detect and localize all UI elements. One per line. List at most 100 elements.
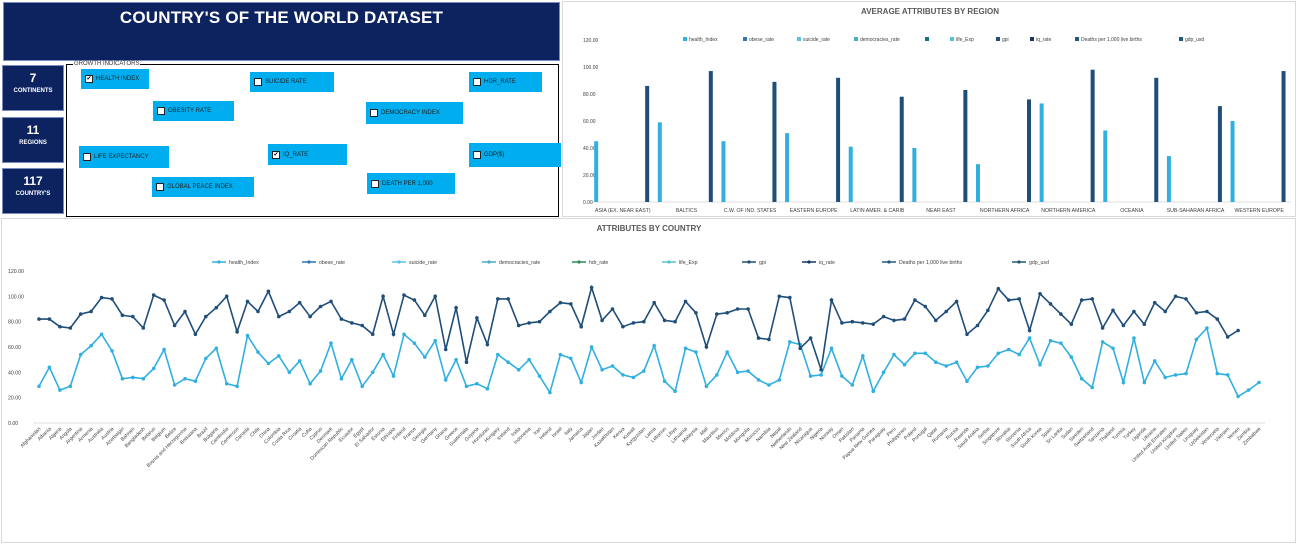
line-point-health-index (433, 338, 438, 343)
line-point-health-index (537, 374, 542, 378)
kpi-countries: 117 COUNTRY'S (2, 168, 64, 214)
line-point-health-index (110, 349, 114, 353)
line-point-health-index (694, 350, 698, 354)
line-point-iq-rate (569, 302, 573, 306)
checkbox-obesity-rate[interactable]: OBESITY RATE (153, 101, 234, 121)
line-point-health-index (402, 332, 406, 337)
bar-health-index (1039, 103, 1044, 202)
line-legend-label: Deaths per 1,000 live births (899, 260, 963, 266)
bar-health-index (721, 141, 726, 202)
line-point-iq-rate (610, 307, 615, 311)
line-point-iq-rate (934, 318, 938, 323)
bar-x-tick: NEAR EAST (926, 208, 956, 214)
bar-x-tick: NORTHERN AFRICA (980, 208, 1030, 214)
bar-legend-swatch (1179, 37, 1183, 41)
bar-legend-label: Deaths per 1,000 live births (1081, 37, 1142, 43)
checkbox-global-peace-index-label: GLOBAL PEACE INDEX (167, 184, 233, 190)
line-point-health-index (89, 343, 93, 348)
line-point-iq-rate (954, 299, 959, 304)
line-point-iq-rate (850, 319, 855, 324)
line-legend-marker (217, 260, 221, 264)
line-point-health-index (704, 384, 709, 389)
line-point-iq-rate (788, 295, 792, 300)
line-point-iq-rate (224, 294, 229, 299)
line-point-health-index (516, 368, 521, 372)
line-point-iq-rate (423, 313, 427, 318)
line-point-iq-rate (214, 305, 219, 310)
checkbox-suicide-rate[interactable]: SUICIDE RATE (250, 72, 334, 92)
line-point-health-index (1215, 371, 1220, 376)
checkbox-democracy-index[interactable]: DEMOCRACY INDEX (366, 102, 463, 124)
bar-health-index (657, 122, 662, 202)
checkbox-health-index[interactable]: ✔ HEALTH INDEX (81, 69, 149, 89)
checkbox-suicide-rate-label: SUICIDE RATE (265, 79, 307, 85)
line-point-health-index (558, 352, 563, 357)
bar-health-index (1166, 156, 1171, 202)
checkbox-global-peace-index-box[interactable] (156, 183, 164, 191)
line-point-iq-rate (652, 300, 656, 305)
checkbox-democracy-index-box[interactable] (370, 109, 378, 117)
checkbox-hdr-rate[interactable]: HDR_RATE (469, 72, 542, 92)
kpi-regions-label: REGIONS (19, 140, 47, 146)
checkbox-death-per-1000-box[interactable] (371, 179, 379, 188)
checkbox-suicide-rate-box[interactable] (254, 78, 262, 86)
line-point-health-index (496, 352, 500, 357)
line-point-iq-rate (881, 314, 886, 319)
line-point-iq-rate (600, 318, 604, 323)
checkbox-gdp-box[interactable] (473, 151, 481, 159)
line-point-iq-rate (1215, 317, 1220, 321)
checkbox-life-expectancy[interactable]: LIFE EXPECTANCY (79, 146, 169, 168)
checkbox-gdp[interactable]: GDP($) (469, 143, 561, 167)
line-point-health-index (861, 354, 865, 358)
checkbox-death-per-1000[interactable]: DEATH PER 1,000 (367, 173, 455, 194)
line-point-health-index (47, 365, 52, 370)
checkbox-death-per-1000-label: DEATH PER 1,000 (382, 180, 433, 187)
line-point-health-index (1236, 394, 1240, 399)
line-point-health-index (1142, 380, 1147, 385)
line-point-iq-rate (694, 311, 698, 315)
checkbox-iq-rate-box[interactable]: ✔ (272, 150, 280, 159)
checkbox-hdr-rate-box[interactable] (473, 78, 481, 86)
checkbox-health-index-box[interactable]: ✔ (85, 75, 93, 83)
line-point-health-index (756, 378, 761, 382)
line-point-health-index (1100, 340, 1105, 344)
line-point-iq-rate (89, 309, 93, 314)
line-point-health-index (131, 375, 135, 380)
bar-legend-swatch (925, 37, 929, 41)
line-point-health-index (1069, 355, 1074, 359)
kpi-continents-value: 7 (29, 71, 37, 85)
bar-x-tick: WESTERN EUROPE (1235, 208, 1285, 214)
checkbox-life-expectancy-box[interactable] (83, 153, 91, 161)
line-point-health-index (329, 341, 333, 345)
line-point-health-index (1132, 336, 1136, 340)
checkbox-obesity-rate-box[interactable] (157, 107, 165, 115)
line-point-health-index (506, 360, 511, 364)
line-point-iq-rate (1163, 309, 1167, 314)
bar-y-tick: 0.00 (583, 200, 593, 206)
line-point-iq-rate (746, 307, 750, 311)
bar-x-tick: OCEANIA (1120, 208, 1144, 214)
line-point-iq-rate (1017, 297, 1021, 301)
checkbox-iq-rate[interactable]: ✔ IQ_RATE (268, 144, 347, 165)
bar-legend-swatch (797, 37, 801, 41)
line-point-iq-rate (704, 345, 709, 349)
line-point-health-index (652, 343, 656, 348)
line-point-iq-rate (1006, 298, 1011, 302)
line-chart-title: ATTRIBUTES BY COUNTRY (597, 224, 702, 233)
checkbox-global-peace-index[interactable]: GLOBAL PEACE INDEX (152, 177, 254, 197)
line-point-health-index (913, 351, 917, 356)
line-point-health-index (172, 383, 177, 387)
line-point-iq-rate (1225, 335, 1230, 339)
line-point-health-index (475, 381, 479, 386)
line-point-health-index (485, 387, 490, 391)
line-point-health-index (235, 384, 239, 389)
line-point-health-index (183, 376, 187, 381)
line-point-health-index (600, 368, 604, 372)
bar-legend-swatch (683, 37, 687, 41)
line-point-iq-rate (402, 293, 406, 297)
line-point-health-index (642, 369, 646, 373)
line-point-health-index (256, 350, 260, 354)
line-point-health-index (1257, 380, 1261, 385)
line-point-health-index (892, 352, 896, 357)
line-point-iq-rate (965, 332, 969, 337)
